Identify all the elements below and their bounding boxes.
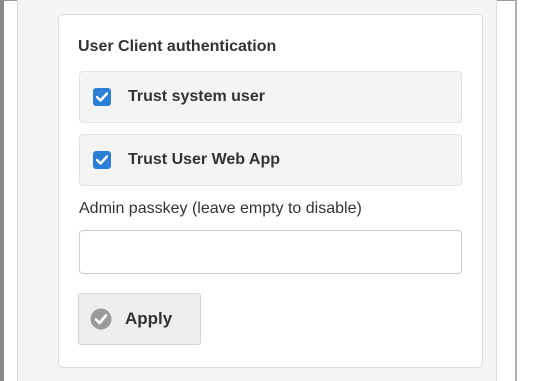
trust-system-user-checkbox[interactable]	[93, 88, 111, 106]
apply-button[interactable]: Apply	[78, 293, 201, 345]
trust-user-web-app-checkbox[interactable]	[93, 151, 111, 169]
window-left-border	[0, 0, 4, 381]
scrollbar-track[interactable]	[515, 0, 533, 381]
apply-button-label: Apply	[125, 309, 173, 328]
check-icon	[96, 155, 108, 165]
trust-system-user-option[interactable]: Trust system user	[79, 71, 462, 123]
check-icon	[96, 92, 108, 102]
trust-user-web-app-option[interactable]: Trust User Web App	[79, 134, 462, 186]
admin-passkey-label: Admin passkey (leave empty to disable)	[79, 200, 362, 217]
check-circle-icon	[90, 308, 112, 330]
trust-system-user-label: Trust system user	[128, 88, 265, 105]
trust-user-web-app-label: Trust User Web App	[128, 151, 281, 168]
section-title: User Client authentication	[78, 38, 277, 55]
admin-passkey-input[interactable]	[79, 230, 462, 274]
